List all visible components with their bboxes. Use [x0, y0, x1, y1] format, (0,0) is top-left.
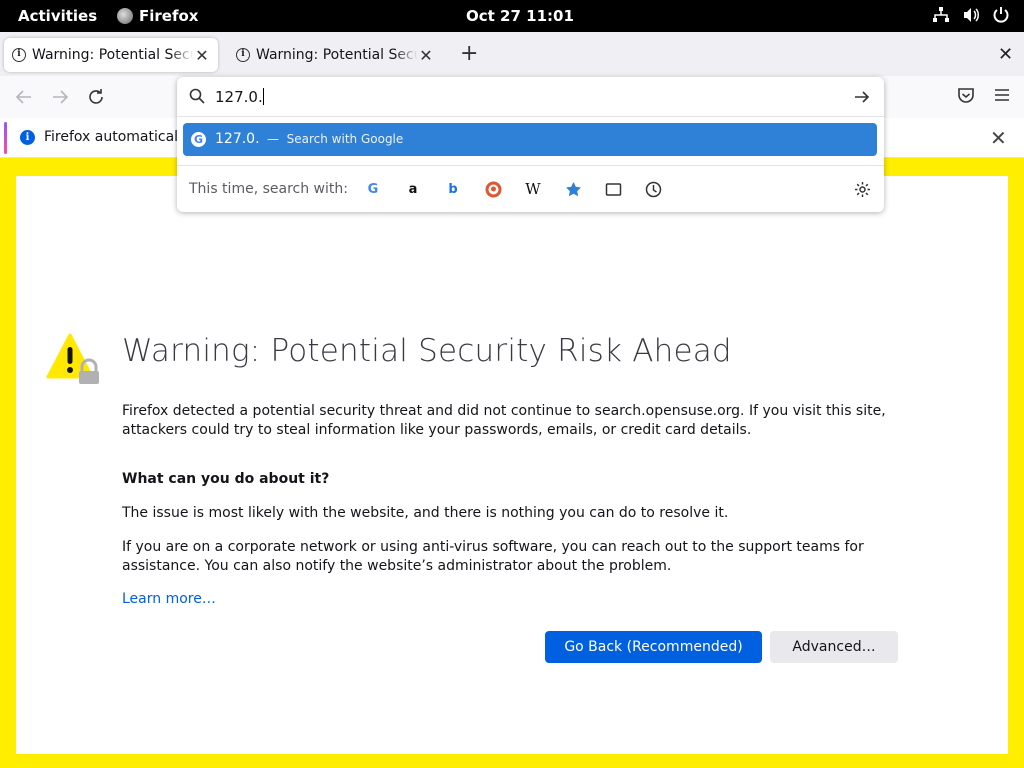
help-text-corporate: If you are on a corporate network or usi…: [122, 539, 864, 574]
urlbar-input[interactable]: 127.0.: [215, 88, 264, 106]
reload-icon: [89, 89, 103, 104]
tab-title: Warning: Potential Security Risk Ahead: [32, 47, 194, 63]
system-tray[interactable]: [932, 6, 1010, 24]
app-menu[interactable]: Firefox: [117, 7, 198, 25]
learn-more-link[interactable]: Learn more…: [122, 591, 216, 607]
system-top-bar: Activities Firefox Oct 27 11:01: [0, 0, 1024, 32]
info-icon: i: [236, 48, 250, 62]
duckduckgo-engine-icon[interactable]: [484, 180, 502, 198]
back-button[interactable]: [12, 85, 36, 109]
pocket-icon[interactable]: [956, 85, 976, 105]
tab-active[interactable]: i Warning: Potential Security Risk Ahead…: [4, 38, 218, 72]
menu-icon[interactable]: [992, 85, 1012, 105]
suggestion-action: — Search with Google: [267, 132, 404, 146]
toolbar-right: [956, 85, 1012, 105]
urlbar-dropdown: 127.0. G 127.0. — Search with Google Thi…: [177, 77, 884, 212]
page-content: [0, 158, 1024, 768]
tab-inactive[interactable]: i Warning: Potential Security Risk Ahead…: [228, 38, 442, 72]
info-icon: i: [20, 130, 35, 145]
error-description: Firefox detected a potential security th…: [122, 403, 886, 438]
notification-accent: [4, 122, 7, 154]
go-arrow-icon[interactable]: [853, 88, 871, 106]
app-name: Firefox: [139, 7, 199, 25]
page-title: Warning: Potential Security Risk Ahead: [122, 333, 732, 369]
search-icon: [189, 88, 205, 104]
advanced-button[interactable]: Advanced…: [770, 631, 898, 663]
network-icon: [933, 7, 949, 22]
search-suggestion-row[interactable]: G 127.0. — Search with Google: [183, 123, 877, 156]
search-with-label: This time, search with:: [189, 181, 348, 197]
urlbar[interactable]: 127.0.: [177, 77, 884, 117]
back-arrow-icon: [15, 90, 31, 104]
page-inner: [16, 176, 1008, 754]
amazon-engine-icon[interactable]: a: [404, 180, 422, 198]
tab-strip: i Warning: Potential Security Risk Ahead…: [0, 32, 1024, 76]
google-engine-icon[interactable]: G: [364, 180, 382, 198]
clock[interactable]: Oct 27 11:01: [466, 7, 574, 25]
forward-button[interactable]: [48, 85, 72, 109]
tab-title: Warning: Potential Security Risk Ahead: [256, 47, 418, 63]
one-off-search-bar: This time, search with: G a b W: [177, 165, 884, 212]
section-heading: What can you do about it?: [122, 471, 330, 487]
search-settings-icon[interactable]: [853, 180, 871, 198]
new-tab-button[interactable]: +: [460, 43, 478, 65]
reload-button[interactable]: [84, 85, 108, 109]
go-back-button[interactable]: Go Back (Recommended): [545, 631, 762, 663]
tab-close-icon[interactable]: ✕: [418, 46, 434, 65]
activities-button[interactable]: Activities: [18, 7, 97, 25]
help-text: The issue is most likely with the websit…: [122, 505, 729, 521]
bing-engine-icon[interactable]: b: [444, 180, 462, 198]
history-engine-icon[interactable]: [644, 180, 662, 198]
power-icon: [993, 7, 1009, 23]
tab-close-icon[interactable]: ✕: [194, 46, 210, 65]
tabs-engine-icon[interactable]: [604, 180, 622, 198]
firefox-icon: [117, 8, 133, 24]
notification-close-icon[interactable]: ✕: [990, 126, 1007, 150]
suggestion-text: 127.0.: [215, 131, 260, 147]
bookmarks-engine-icon[interactable]: [564, 180, 582, 198]
wikipedia-engine-icon[interactable]: W: [524, 180, 542, 198]
google-icon: G: [191, 132, 206, 147]
volume-icon: [964, 8, 979, 22]
close-window-button[interactable]: ✕: [998, 44, 1013, 65]
warning-lock-icon: [46, 333, 99, 384]
notification-text: Firefox automatically: [44, 129, 191, 145]
info-icon: i: [12, 48, 26, 62]
forward-arrow-icon: [53, 90, 69, 104]
